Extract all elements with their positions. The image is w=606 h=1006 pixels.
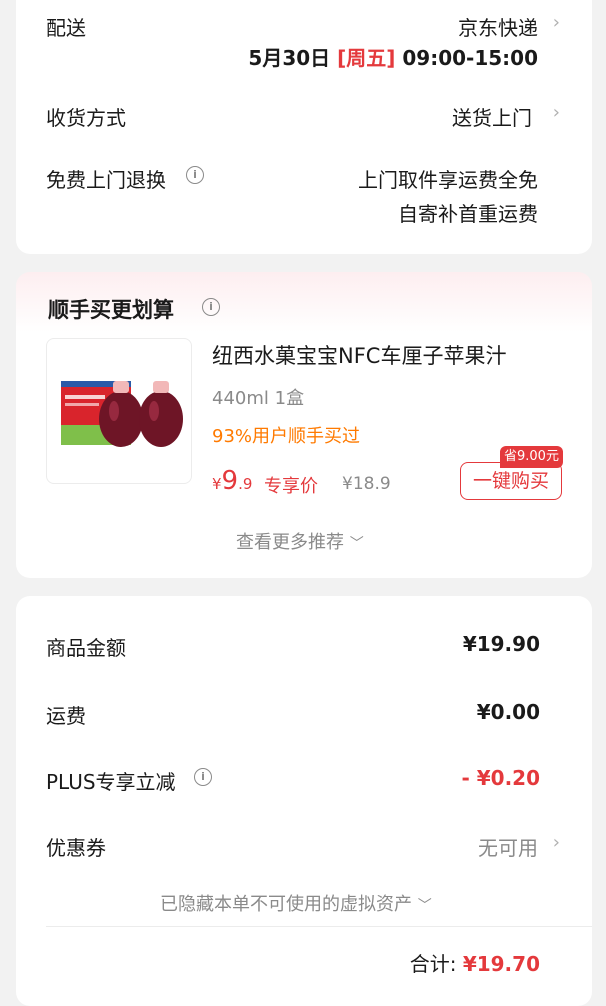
shipping-fee-label: 运费 [46,704,86,728]
price-tag: 专享价 [264,476,318,497]
social-proof: 93%用户顺手买过 [212,426,361,447]
total-label: 合计: [409,952,457,976]
chevron-down-icon: ﹀ [349,536,364,552]
product-name[interactable]: 纽西水菓宝宝NFC车厘子苹果汁 [212,340,506,370]
total-value: ¥19.70 [462,952,540,976]
delivery-weekday: [周五] [337,46,396,70]
info-icon[interactable]: i [194,768,212,786]
summary-item-label: 商品金额 [46,636,126,660]
order-total: 合计: ¥19.70 [410,948,540,977]
chevron-right-icon[interactable]: › [553,832,560,853]
summary-item-value: ¥19.90 [462,632,540,656]
order-summary-card: 商品金额 ¥19.90 运费 ¥0.00 PLUS专享立减 i - ¥0.20 … [16,596,592,1006]
free-return-label: 免费上门退换 [46,168,166,192]
receive-method-label: 收货方式 [46,106,126,130]
product-thumbnail[interactable] [46,338,192,484]
delivery-date: 5月30日 [248,46,331,70]
coupon-value[interactable]: 无可用 [478,832,538,861]
divider [46,926,592,927]
delivery-card: 配送 京东快递 › 5月30日 [周五] 09:00-15:00 收货方式 送货… [16,0,592,254]
hidden-assets-toggle[interactable]: 已隐藏本单不可使用的虚拟资产 ﹀ [160,890,432,916]
chevron-right-icon[interactable]: › [553,102,560,123]
free-return-line2: 自寄补首重运费 [398,202,538,226]
product-spec: 440ml 1盒 [212,388,305,409]
info-icon[interactable]: i [202,298,220,316]
shipping-fee-value: ¥0.00 [476,700,540,724]
price-decimal: .9 [238,475,253,493]
plus-discount-value: - ¥0.20 [461,766,540,790]
more-recommendations-label: 查看更多推荐 [236,532,344,553]
savings-badge: 省9.00元 [500,446,563,468]
price-integer: 9 [221,466,239,496]
original-price: ¥18.9 [342,474,391,494]
hidden-assets-label: 已隐藏本单不可使用的虚拟资产 [160,894,412,915]
receive-method-value[interactable]: 送货上门 [452,102,532,131]
delivery-label: 配送 [46,16,86,40]
juice-bottles-image [61,381,183,447]
chevron-down-icon: ﹀ [417,898,432,914]
more-recommendations-link[interactable]: 查看更多推荐 ﹀ [236,528,364,554]
product-price: ¥9.9 [212,466,252,496]
coupon-label: 优惠券 [46,836,106,860]
price-currency: ¥ [212,475,222,493]
free-return-line1: 上门取件享运费全免 [358,168,538,192]
upsell-title: 顺手买更划算 [48,298,174,322]
info-icon[interactable]: i [186,166,204,184]
delivery-time-slot[interactable]: 5月30日 [周五] 09:00-15:00 [248,42,538,71]
delivery-carrier[interactable]: 京东快递 [458,12,538,41]
plus-discount-label: PLUS专享立减 [46,770,176,794]
delivery-time: 09:00-15:00 [402,46,538,70]
upsell-card: 顺手买更划算 i 纽西水菓宝宝NFC车厘子苹果汁 440ml 1盒 93%用户顺… [16,272,592,578]
chevron-right-icon[interactable]: › [553,12,560,33]
